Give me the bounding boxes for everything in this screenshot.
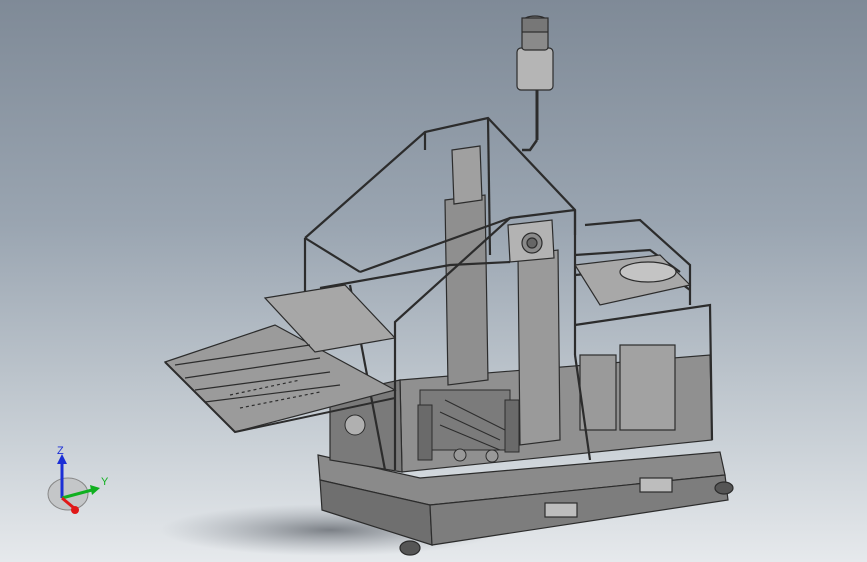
x-axis-arrowhead bbox=[71, 506, 79, 514]
z-axis-label: Z bbox=[57, 445, 64, 457]
overhead-actuator bbox=[516, 15, 554, 152]
cad-viewport[interactable]: Z Y bbox=[0, 0, 867, 562]
right-tray-arm bbox=[573, 254, 692, 306]
y-axis-label: Y bbox=[101, 476, 109, 488]
machine-3d-model[interactable] bbox=[0, 0, 867, 562]
y-axis-arrowhead bbox=[90, 485, 100, 495]
